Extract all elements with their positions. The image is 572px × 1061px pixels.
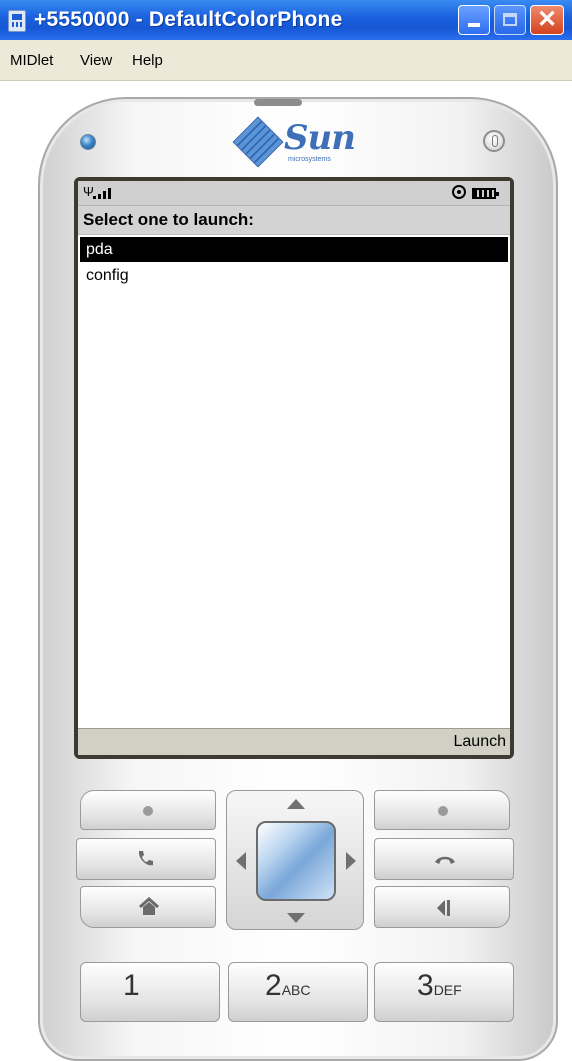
logo-text: Sun	[284, 118, 356, 158]
battery-icon	[472, 188, 499, 199]
softkey-bar: Launch	[78, 728, 510, 755]
logo-subtext: microsystems	[288, 156, 331, 163]
close-button[interactable]: ✕	[530, 5, 564, 35]
down-arrow-icon[interactable]	[287, 913, 305, 923]
menu-view[interactable]: View	[80, 52, 112, 69]
phone-screen: Ψ Select one to launch: pda config Launc…	[78, 181, 510, 755]
up-arrow-icon[interactable]	[287, 799, 305, 809]
window-title: +5550000 - DefaultColorPhone	[34, 8, 343, 31]
screen-title-bar: Select one to launch:	[78, 206, 510, 235]
menu-bar: MIDlet View Help	[0, 40, 572, 81]
left-softkey-button[interactable]	[80, 790, 216, 830]
phone-call-icon	[138, 851, 153, 866]
navigation-dpad[interactable]	[226, 790, 364, 930]
menu-midlet[interactable]: MIDlet	[10, 52, 53, 69]
dot-icon	[143, 806, 153, 816]
status-bar: Ψ	[78, 181, 510, 206]
minimize-icon	[468, 23, 480, 27]
right-softkey-button[interactable]	[374, 790, 510, 830]
app-icon[interactable]	[8, 10, 26, 32]
sun-diamond-icon	[232, 116, 284, 168]
send-call-button[interactable]	[76, 838, 216, 880]
close-icon: ✕	[536, 6, 558, 33]
list-item-pda[interactable]: pda	[80, 237, 508, 262]
speaker-grille	[254, 99, 302, 106]
end-call-button[interactable]	[374, 838, 514, 880]
key-1[interactable]: 1	[80, 962, 220, 1022]
sun-logo: Sun microsystems	[232, 116, 360, 170]
home-button[interactable]	[80, 886, 216, 928]
launch-softkey-label[interactable]: Launch	[454, 733, 507, 751]
select-button[interactable]	[256, 821, 336, 901]
title-bar: +5550000 - DefaultColorPhone ✕	[0, 0, 572, 40]
key-3[interactable]: 3DEF	[374, 962, 514, 1022]
back-clear-icon	[437, 900, 450, 916]
left-arrow-icon[interactable]	[236, 852, 246, 870]
home-icon	[139, 897, 159, 915]
minimize-button[interactable]	[458, 5, 490, 35]
maximize-icon	[503, 13, 517, 26]
maximize-button[interactable]	[494, 5, 526, 35]
end-call-icon	[435, 856, 455, 864]
key-2[interactable]: 2ABC	[228, 962, 368, 1022]
settings-icon	[452, 185, 466, 199]
list-item-config[interactable]: config	[80, 263, 508, 288]
menu-help[interactable]: Help	[132, 52, 163, 69]
led-indicator-icon	[80, 134, 96, 150]
screen-title: Select one to launch:	[83, 210, 254, 229]
signal-strength-icon: Ψ	[83, 185, 123, 199]
power-button[interactable]	[483, 130, 505, 152]
dot-icon	[438, 806, 448, 816]
right-arrow-icon[interactable]	[346, 852, 356, 870]
clear-button[interactable]	[374, 886, 510, 928]
